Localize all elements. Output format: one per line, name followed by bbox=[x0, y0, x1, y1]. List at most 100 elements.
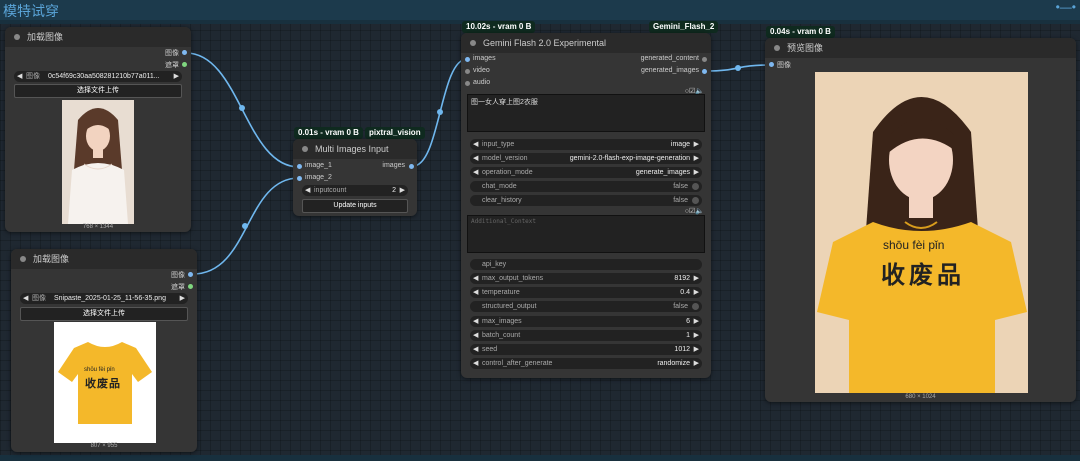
widget-label: chat_mode bbox=[482, 183, 517, 190]
image-size-caption: 768 × 1344 bbox=[82, 224, 114, 230]
prev-arrow-icon[interactable]: ◀ bbox=[17, 71, 22, 82]
decrement-arrow-icon[interactable]: ◀ bbox=[473, 273, 478, 284]
image-select-label: 图像 bbox=[26, 73, 40, 80]
input-image-port[interactable] bbox=[769, 62, 774, 67]
prev-arrow-icon[interactable]: ◀ bbox=[23, 293, 28, 304]
clear-history-toggle[interactable]: clear_history false bbox=[470, 195, 702, 206]
input-images-port[interactable] bbox=[465, 57, 470, 62]
load-image-node-1[interactable]: 加载图像 图像 遮罩 ◀ 图像 0c54f69c30aa508281210b77… bbox=[5, 27, 191, 232]
timing-badge: 0.04s - vram 0 B bbox=[766, 26, 835, 38]
additional-context-textarea[interactable]: Additional_Context bbox=[467, 215, 705, 253]
toggle-knob-icon[interactable] bbox=[692, 183, 699, 190]
output-mask-port[interactable] bbox=[182, 62, 187, 67]
node-title-bar[interactable]: 加载图像 bbox=[5, 27, 191, 47]
decrement-arrow-icon[interactable]: ◀ bbox=[473, 316, 478, 327]
seed-stepper[interactable]: ◀ seed 1012 ▶ bbox=[470, 344, 702, 355]
increment-arrow-icon[interactable]: ▶ bbox=[400, 185, 405, 196]
decrement-arrow-icon[interactable]: ◀ bbox=[473, 287, 478, 298]
node-title: Multi Images Input bbox=[315, 144, 389, 154]
gemini-flash-node[interactable]: Gemini Flash 2.0 Experimental images vid… bbox=[461, 33, 711, 378]
batch-count-stepper[interactable]: ◀ batch_count 1 ▶ bbox=[470, 330, 702, 341]
toggle-knob-icon[interactable] bbox=[692, 303, 699, 310]
control-after-generate-select[interactable]: ◀ control_after_generate randomize ▶ bbox=[470, 358, 702, 369]
output-images-port[interactable] bbox=[702, 69, 707, 74]
widget-label: api_key bbox=[482, 261, 507, 268]
next-arrow-icon[interactable]: ▶ bbox=[694, 167, 699, 178]
image-select[interactable]: ◀ 图像 Snipaste_2025-01-25_11-56-35.png ▶ bbox=[20, 293, 188, 304]
decrement-arrow-icon[interactable]: ◀ bbox=[305, 185, 310, 196]
node-title-bar[interactable]: Multi Images Input bbox=[293, 139, 417, 159]
api-key-field[interactable]: api_key bbox=[470, 259, 702, 270]
shirt-hanzi-text: 收废品 bbox=[881, 262, 965, 289]
input-audio-port[interactable] bbox=[465, 81, 470, 86]
prev-arrow-icon[interactable]: ◀ bbox=[473, 167, 478, 178]
prev-arrow-icon[interactable]: ◀ bbox=[473, 139, 478, 150]
output-image-port[interactable] bbox=[182, 50, 187, 55]
widget-value: gemini-2.0-flash-exp-image-generation bbox=[569, 155, 690, 162]
collapse-dot-icon[interactable] bbox=[470, 40, 476, 46]
prev-arrow-icon[interactable]: ◀ bbox=[473, 153, 478, 164]
temperature-stepper[interactable]: ◀ temperature 0.4 ▶ bbox=[470, 287, 702, 298]
collapse-dot-icon[interactable] bbox=[774, 45, 780, 51]
link-midpoint-2 bbox=[242, 223, 248, 229]
link-midpoint-3 bbox=[437, 109, 443, 115]
output-content-port[interactable] bbox=[702, 57, 707, 62]
node-title-bar[interactable]: 加载图像 bbox=[11, 249, 197, 269]
preview-image-node[interactable]: 预览图像 图像 shōu fèi pǐn 收废品 680 × 1024 bbox=[765, 38, 1076, 402]
prev-arrow-icon[interactable]: ◀ bbox=[473, 358, 478, 369]
widget-value: 1 bbox=[686, 332, 690, 339]
widget-value: 8192 bbox=[674, 275, 690, 282]
model-version-select[interactable]: ◀ model_version gemini-2.0-flash-exp-ima… bbox=[470, 153, 702, 164]
node-title-bar[interactable]: Gemini Flash 2.0 Experimental bbox=[461, 33, 711, 53]
upload-button[interactable]: 选择文件上传 bbox=[20, 307, 188, 321]
input-image2-port[interactable] bbox=[297, 176, 302, 181]
output-images-port[interactable] bbox=[409, 164, 414, 169]
inputcount-stepper[interactable]: ◀ inputcount 2 ▶ bbox=[302, 185, 408, 196]
increment-arrow-icon[interactable]: ▶ bbox=[694, 344, 699, 355]
next-arrow-icon[interactable]: ▶ bbox=[174, 71, 179, 82]
node-title-bar[interactable]: 预览图像 bbox=[765, 38, 1076, 58]
update-inputs-button[interactable]: Update inputs bbox=[302, 199, 408, 213]
structured-output-toggle[interactable]: structured_output false bbox=[470, 301, 702, 312]
load-image-node-2[interactable]: 加载图像 图像 遮罩 ◀ 图像 Snipaste_2025-01-25_11-5… bbox=[11, 249, 197, 452]
image-select[interactable]: ◀ 图像 0c54f69c30aa508281210b77a011... ▶ bbox=[14, 71, 182, 82]
output-content-label: generated_content bbox=[640, 55, 699, 62]
textarea-controls-icon[interactable]: ○☑🔈 bbox=[685, 207, 704, 215]
next-arrow-icon[interactable]: ▶ bbox=[694, 139, 699, 150]
max-images-stepper[interactable]: ◀ max_images 6 ▶ bbox=[470, 316, 702, 327]
operation-mode-select[interactable]: ◀ operation_mode generate_images ▶ bbox=[470, 167, 702, 178]
loaded-image-preview: shōu fèi pǐn 收废品 bbox=[54, 322, 156, 443]
max-output-tokens-stepper[interactable]: ◀ max_output_tokens 8192 ▶ bbox=[470, 273, 702, 284]
widget-value: false bbox=[673, 183, 688, 190]
input-video-port[interactable] bbox=[465, 69, 470, 74]
input-image2-label: image_2 bbox=[305, 174, 332, 181]
collapse-dot-icon[interactable] bbox=[20, 256, 26, 262]
widget-value: generate_images bbox=[635, 169, 690, 176]
collapse-dot-icon[interactable] bbox=[14, 34, 20, 40]
increment-arrow-icon[interactable]: ▶ bbox=[694, 287, 699, 298]
collapse-dot-icon[interactable] bbox=[302, 146, 308, 152]
widget-value: 1012 bbox=[674, 346, 690, 353]
input-image1-port[interactable] bbox=[297, 164, 302, 169]
increment-arrow-icon[interactable]: ▶ bbox=[694, 330, 699, 341]
node-title: 加载图像 bbox=[27, 32, 64, 42]
multi-images-input-node[interactable]: Multi Images Input image_1 image_2 image… bbox=[293, 139, 417, 216]
next-arrow-icon[interactable]: ▶ bbox=[694, 153, 699, 164]
output-mask-port[interactable] bbox=[188, 284, 193, 289]
loaded-image-preview bbox=[62, 100, 134, 224]
decrement-arrow-icon[interactable]: ◀ bbox=[473, 330, 478, 341]
image-size-caption: 807 × 955 bbox=[90, 443, 118, 449]
toggle-knob-icon[interactable] bbox=[692, 197, 699, 204]
prompt-textarea[interactable]: 图一女人穿上图2衣服 bbox=[467, 94, 705, 132]
increment-arrow-icon[interactable]: ▶ bbox=[694, 273, 699, 284]
node-title: 预览图像 bbox=[787, 43, 824, 53]
decrement-arrow-icon[interactable]: ◀ bbox=[473, 344, 478, 355]
next-arrow-icon[interactable]: ▶ bbox=[180, 293, 185, 304]
widget-value: 6 bbox=[686, 318, 690, 325]
upload-button[interactable]: 选择文件上传 bbox=[14, 84, 182, 98]
chat-mode-toggle[interactable]: chat_mode false bbox=[470, 181, 702, 192]
output-image-port[interactable] bbox=[188, 272, 193, 277]
increment-arrow-icon[interactable]: ▶ bbox=[694, 316, 699, 327]
next-arrow-icon[interactable]: ▶ bbox=[694, 358, 699, 369]
input-type-select[interactable]: ◀ input_type image ▶ bbox=[470, 139, 702, 150]
